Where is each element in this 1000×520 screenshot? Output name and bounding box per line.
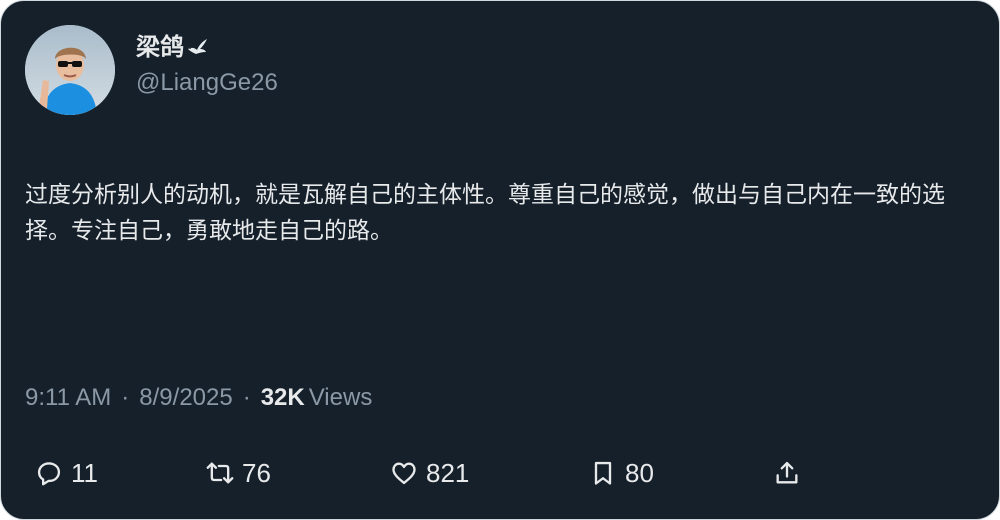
tweet-date[interactable]: 8/9/2025 — [139, 384, 232, 411]
tweet-text: 过度分析别人的动机，就是瓦解自己的主体性。尊重自己的感觉，做出与自己内在一致的选… — [25, 182, 945, 244]
bookmark-button[interactable]: 80 — [589, 453, 654, 493]
tweet-time[interactable]: 9:11 AM — [25, 384, 111, 411]
reply-count: 11 — [71, 458, 98, 488]
reply-button[interactable]: 11 — [35, 453, 98, 493]
bookmark-icon — [594, 461, 612, 485]
meta-separator: · — [242, 384, 251, 411]
profile-photo-icon — [25, 25, 115, 115]
retweet-button[interactable]: 76 — [206, 453, 271, 493]
views-label: Views — [308, 384, 373, 411]
tweet-card: 梁鸽 @LiangGe26 过度分析别人的动机，就是瓦解自己的主体性。尊重自己的… — [0, 0, 1000, 520]
retweet-count: 76 — [242, 458, 271, 488]
retweet-icon — [206, 462, 234, 484]
like-count: 821 — [426, 458, 470, 488]
dove-icon — [188, 39, 207, 54]
reply-icon — [37, 462, 61, 486]
views-count: 32K — [260, 384, 305, 411]
bookmark-count: 80 — [625, 458, 654, 488]
author-name[interactable]: 梁鸽 — [136, 27, 208, 62]
tweet-meta: 9:11 AM · 8/9/2025 · 32K Views — [25, 384, 372, 412]
heart-icon — [392, 462, 416, 485]
share-button[interactable] — [773, 453, 809, 493]
like-button[interactable]: 821 — [390, 453, 469, 493]
author-handle[interactable]: @LiangGe26 — [136, 69, 278, 97]
share-icon — [776, 461, 798, 484]
avatar[interactable] — [25, 25, 115, 115]
action-bar: 11 76 821 80 — [1, 453, 999, 493]
author-name-text: 梁鸽 — [136, 34, 184, 61]
meta-separator: · — [121, 384, 130, 411]
